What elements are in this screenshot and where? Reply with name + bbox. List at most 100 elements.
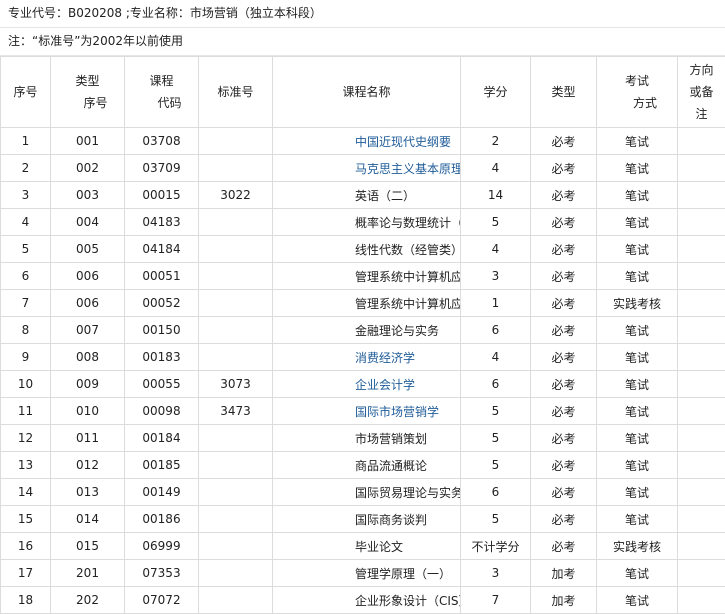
cell-standard-no: 3073 xyxy=(199,371,273,398)
cell-course-code: 00150 xyxy=(125,317,199,344)
cell-direction-note xyxy=(678,587,725,614)
cell-standard-no xyxy=(199,425,273,452)
cell-credits: 4 xyxy=(461,236,531,263)
cell-seq: 13 xyxy=(1,452,51,479)
cell-type-seq: 015 xyxy=(51,533,125,560)
cell-type: 必考 xyxy=(531,209,597,236)
cell-exam-method: 笔试 xyxy=(597,236,678,263)
cell-credits: 3 xyxy=(461,263,531,290)
cell-type-seq: 009 xyxy=(51,371,125,398)
cell-standard-no xyxy=(199,155,273,182)
cell-type: 必考 xyxy=(531,452,597,479)
cell-seq: 4 xyxy=(1,209,51,236)
cell-credits: 2 xyxy=(461,128,531,155)
cell-course-code: 06999 xyxy=(125,533,199,560)
table-row: 700600052管理系统中计算机应用1必考实践考核 xyxy=(1,290,725,317)
cell-exam-method: 笔试 xyxy=(597,128,678,155)
cell-direction-note xyxy=(678,209,725,236)
cell-course-code: 04184 xyxy=(125,236,199,263)
cell-exam-method: 笔试 xyxy=(597,263,678,290)
cell-seq: 6 xyxy=(1,263,51,290)
cell-direction-note xyxy=(678,371,725,398)
cell-direction-note xyxy=(678,425,725,452)
cell-direction-note xyxy=(678,560,725,587)
cell-seq: 14 xyxy=(1,479,51,506)
cell-course-name: 金融理论与实务 xyxy=(273,317,461,344)
cell-course-name: 国际市场营销学 xyxy=(273,398,461,425)
header-seq: 序号 xyxy=(1,57,51,128)
cell-standard-no xyxy=(199,317,273,344)
cell-course-code: 00051 xyxy=(125,263,199,290)
cell-course-code: 07072 xyxy=(125,587,199,614)
cell-type: 必考 xyxy=(531,155,597,182)
cell-course-name: 国际商务谈判 xyxy=(273,506,461,533)
cell-course-code: 07353 xyxy=(125,560,199,587)
cell-type: 加考 xyxy=(531,560,597,587)
table-row: 1820207072企业形象设计（CIS）7加考笔试 xyxy=(1,587,725,614)
cell-seq: 2 xyxy=(1,155,51,182)
cell-type-seq: 007 xyxy=(51,317,125,344)
cell-course-name: 市场营销策划 xyxy=(273,425,461,452)
cell-course-name: 企业会计学 xyxy=(273,371,461,398)
cell-credits: 4 xyxy=(461,344,531,371)
table-row: 600600051管理系统中计算机应用3必考笔试 xyxy=(1,263,725,290)
cell-type: 必考 xyxy=(531,533,597,560)
cell-type: 必考 xyxy=(531,290,597,317)
header-direction-note-line-3: 注 xyxy=(689,103,713,125)
cell-course-code: 00055 xyxy=(125,371,199,398)
header-exam-method-line-2: 方式 xyxy=(633,92,657,114)
course-name-link[interactable]: 马克思主义基本原理概论 xyxy=(355,162,461,176)
cell-seq: 8 xyxy=(1,317,51,344)
cell-direction-note xyxy=(678,128,725,155)
major-info-line: 专业代号：B020208 ;专业名称：市场营销（独立本科段） xyxy=(0,0,725,28)
header-type: 类型 xyxy=(531,57,597,128)
cell-credits: 6 xyxy=(461,371,531,398)
header-credits: 学分 xyxy=(461,57,531,128)
cell-type-seq: 004 xyxy=(51,209,125,236)
cell-type-seq: 202 xyxy=(51,587,125,614)
cell-standard-no xyxy=(199,479,273,506)
cell-course-code: 00149 xyxy=(125,479,199,506)
cell-type: 必考 xyxy=(531,479,597,506)
cell-direction-note xyxy=(678,344,725,371)
cell-seq: 3 xyxy=(1,182,51,209)
cell-direction-note xyxy=(678,317,725,344)
cell-credits: 5 xyxy=(461,398,531,425)
cell-type: 必考 xyxy=(531,425,597,452)
cell-exam-method: 笔试 xyxy=(597,506,678,533)
course-name-link[interactable]: 消费经济学 xyxy=(355,351,415,365)
cell-course-name: 线性代数（经管类） xyxy=(273,236,461,263)
cell-seq: 15 xyxy=(1,506,51,533)
cell-exam-method: 笔试 xyxy=(597,425,678,452)
cell-direction-note xyxy=(678,506,725,533)
cell-exam-method: 笔试 xyxy=(597,587,678,614)
cell-seq: 10 xyxy=(1,371,51,398)
cell-type-seq: 010 xyxy=(51,398,125,425)
cell-course-name: 管理系统中计算机应用 xyxy=(273,263,461,290)
course-name-link[interactable]: 中国近现代史纲要 xyxy=(355,135,451,149)
header-course-code-line-1: 课程 xyxy=(149,70,173,92)
cell-exam-method: 笔试 xyxy=(597,317,678,344)
table-row: 200203709马克思主义基本原理概论4必考笔试 xyxy=(1,155,725,182)
cell-seq: 17 xyxy=(1,560,51,587)
cell-seq: 12 xyxy=(1,425,51,452)
course-name-link[interactable]: 企业会计学 xyxy=(355,378,415,392)
cell-type: 必考 xyxy=(531,371,597,398)
table-row: 10009000553073企业会计学6必考笔试 xyxy=(1,371,725,398)
cell-standard-no xyxy=(199,452,273,479)
header-course-code-line-2: 代码 xyxy=(157,92,181,114)
cell-direction-note xyxy=(678,155,725,182)
cell-exam-method: 实践考核 xyxy=(597,533,678,560)
course-table: 序号 类型 序号 课程 代码 标准号 课程名称 学分 类型 考试 方式 xyxy=(0,56,725,614)
cell-direction-note xyxy=(678,182,725,209)
course-name-link[interactable]: 国际市场营销学 xyxy=(355,405,439,419)
cell-direction-note xyxy=(678,263,725,290)
cell-exam-method: 笔试 xyxy=(597,155,678,182)
cell-type: 必考 xyxy=(531,344,597,371)
cell-direction-note xyxy=(678,452,725,479)
table-row: 11010000983473国际市场营销学5必考笔试 xyxy=(1,398,725,425)
cell-standard-no: 3022 xyxy=(199,182,273,209)
cell-standard-no xyxy=(199,209,273,236)
note-line: 注：“标准号”为2002年以前使用 xyxy=(0,28,725,56)
header-type-seq-line-1: 类型 xyxy=(75,70,99,92)
